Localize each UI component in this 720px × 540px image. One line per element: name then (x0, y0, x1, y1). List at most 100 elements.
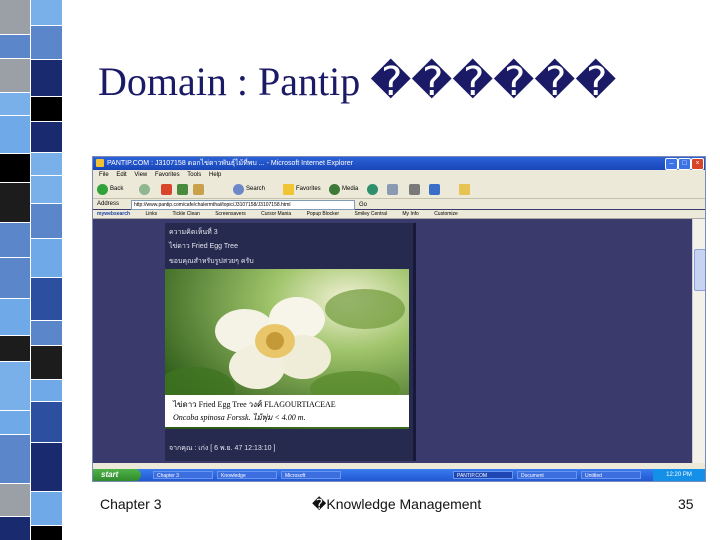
stripe-block (0, 411, 30, 434)
task-button-1[interactable]: Chapter 3 (153, 471, 213, 479)
address-bar: Address http://www.pantip.com/cafe/chale… (93, 199, 705, 210)
back-button[interactable]: Back (97, 183, 123, 195)
folder-button[interactable] (459, 183, 470, 195)
stripe-block (31, 97, 62, 121)
task-button-4[interactable]: PANTIP.COM (453, 471, 513, 479)
go-button[interactable]: Go (359, 200, 367, 210)
forward-button[interactable] (139, 183, 150, 195)
link-popup-blocker[interactable]: Popup Blocker (307, 211, 340, 217)
stripe-block (0, 0, 30, 34)
window-title: PANTIP.COM : J3107158 ดอกไข่ดาวพันธุ์ไม้… (107, 160, 353, 167)
print-button[interactable] (409, 183, 420, 195)
stripe-block (0, 362, 30, 410)
task-button-3[interactable]: Microsoft (281, 471, 341, 479)
media-button[interactable]: Media (329, 183, 358, 195)
stripe-block (0, 93, 30, 115)
links-label: Links (145, 211, 158, 217)
post-line-2: ขอบคุณสำหรับรูปสวยๆ ครับ (169, 258, 254, 265)
search-icon (233, 183, 244, 195)
stripe-block (31, 153, 62, 175)
stripe-block (0, 484, 30, 516)
menu-help[interactable]: Help (209, 172, 221, 178)
stripe-block (0, 116, 30, 153)
vertical-scrollbar[interactable] (692, 219, 705, 463)
address-label: Address (97, 201, 120, 207)
slide-title: Domain : Pantip ������ (98, 59, 617, 104)
link-screensavers[interactable]: Screensavers (215, 211, 246, 217)
stripe-block (31, 204, 62, 238)
refresh-icon (177, 183, 188, 195)
link-my-info[interactable]: My Info (402, 211, 418, 217)
stripe-block (0, 258, 30, 298)
mail-button[interactable] (387, 183, 398, 195)
task-button-2[interactable]: Knowledge (217, 471, 277, 479)
stripe-block (31, 443, 62, 491)
caption-line-1: ไข่ดาว Fried Egg Tree วงศ์ FLAGOURTIACEA… (173, 400, 336, 409)
menu-edit[interactable]: Edit (116, 172, 126, 178)
stripe-block (0, 435, 30, 483)
footer-page-number: 35 (678, 496, 694, 512)
history-icon (367, 183, 378, 195)
link-tickle[interactable]: Tickle Clean (172, 211, 199, 217)
menu-file[interactable]: File (99, 172, 109, 178)
menu-view[interactable]: View (134, 172, 147, 178)
footer-chapter: Chapter 3 (100, 496, 162, 512)
photo-caption: ไข่ดาว Fried Egg Tree วงศ์ FLAGOURTIACEA… (165, 395, 409, 427)
decorative-stripe (0, 0, 62, 540)
forward-arrow-icon (139, 183, 150, 195)
history-button[interactable] (367, 183, 378, 195)
stripe-block (31, 0, 62, 25)
stripe-block (31, 239, 62, 277)
back-arrow-icon (97, 183, 108, 195)
home-button[interactable] (193, 183, 204, 195)
folder-icon (459, 183, 470, 195)
menu-bar: File Edit View Favorites Tools Help (93, 170, 705, 180)
menu-tools[interactable]: Tools (187, 172, 201, 178)
scrollbar-thumb[interactable] (694, 249, 705, 291)
stripe-block (0, 183, 30, 222)
stripe-block (31, 346, 62, 379)
taskbar: start Chapter 3 Knowledge Microsoft PANT… (93, 469, 705, 481)
stripe-block (0, 35, 30, 58)
stripe-block (0, 336, 30, 361)
start-button[interactable]: start (93, 469, 141, 481)
toolbar: Back Search Favorites Media (93, 180, 705, 199)
stripe-block (31, 26, 62, 59)
search-button[interactable]: Search (233, 183, 265, 195)
refresh-button[interactable] (177, 183, 188, 195)
stripe-block (31, 402, 62, 442)
link-cursor-mania[interactable]: Cursor Mania (261, 211, 291, 217)
post-signature: จากคุณ : เก่ง [ 6 พ.ย. 47 12:13:10 ] (169, 445, 276, 452)
task-button-6[interactable]: Untitled (581, 471, 641, 479)
window-titlebar: PANTIP.COM : J3107158 ดอกไข่ดาวพันธุ์ไม้… (93, 157, 705, 170)
taskbar-clock: 12:20 PM (653, 469, 705, 481)
post-line-1: ไข่ดาว Fried Egg Tree (169, 243, 238, 250)
stripe-block (31, 60, 62, 96)
web-page: ความคิดเห็นที่ 3 ไข่ดาว Fried Egg Tree ข… (93, 219, 693, 463)
stripe-block (31, 122, 62, 152)
task-button-5[interactable]: Document (517, 471, 577, 479)
post-header: ความคิดเห็นที่ 3 (169, 229, 218, 236)
link-smiley[interactable]: Smiley Central (354, 211, 387, 217)
edit-button[interactable] (429, 183, 440, 195)
close-button[interactable]: × (691, 158, 704, 170)
favorites-button[interactable]: Favorites (283, 183, 321, 195)
stripe-block (31, 526, 62, 540)
footer-topic: �Knowledge Management (312, 496, 482, 512)
forum-post: ความคิดเห็นที่ 3 ไข่ดาว Fried Egg Tree ข… (165, 223, 416, 461)
ie-logo-icon (96, 159, 104, 167)
print-icon (409, 183, 420, 195)
stripe-block (0, 223, 30, 257)
stripe-block (31, 492, 62, 525)
menu-favorites[interactable]: Favorites (155, 172, 180, 178)
star-icon (283, 183, 294, 195)
stop-button[interactable] (161, 183, 172, 195)
mail-icon (387, 183, 398, 195)
edit-icon (429, 183, 440, 195)
minimize-button[interactable]: – (665, 158, 678, 170)
link-customize[interactable]: Customize (434, 211, 458, 217)
stripe-block (0, 299, 30, 335)
address-input[interactable]: http://www.pantip.com/cafe/chalermthai/t… (131, 200, 355, 210)
maximize-button[interactable]: □ (678, 158, 691, 170)
links-bar: mywebsearch Links Tickle Clean Screensav… (93, 210, 705, 219)
